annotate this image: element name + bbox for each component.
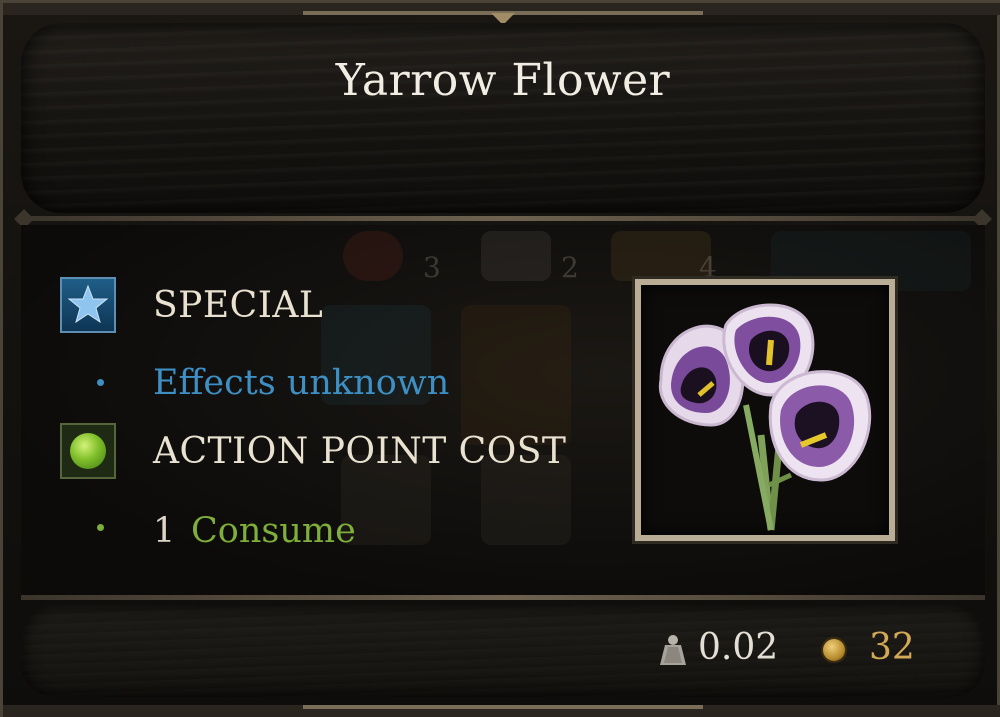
ap-cost-heading: ACTION POINT COST xyxy=(153,431,567,472)
item-weight: 0.02 xyxy=(698,627,779,668)
ap-cost-amount: 1 xyxy=(153,511,176,551)
weight-icon xyxy=(660,635,686,665)
special-star-icon xyxy=(60,277,116,333)
gold-coin-icon xyxy=(823,639,845,661)
background-item-amber xyxy=(461,305,571,445)
ap-cost-action: Consume xyxy=(191,511,356,551)
yarrow-flower-icon xyxy=(658,303,872,531)
footer-separator xyxy=(21,595,985,600)
ap-bullet xyxy=(97,524,104,531)
header-separator xyxy=(21,216,985,221)
background-item-gold xyxy=(611,231,711,281)
special-bullet xyxy=(97,379,104,386)
tooltip-header xyxy=(21,23,985,213)
item-title: Yarrow Flower xyxy=(335,55,671,106)
background-item-gray xyxy=(481,231,551,281)
background-item-red xyxy=(343,231,403,281)
star-icon xyxy=(67,284,109,324)
item-tooltip: Yarrow Flower 3 2 4 SPECIAL Effects unkn… xyxy=(0,0,1000,717)
item-portrait xyxy=(635,279,895,541)
background-count-1: 3 xyxy=(423,251,441,284)
item-value: 32 xyxy=(869,627,915,668)
special-heading: SPECIAL xyxy=(153,285,324,326)
ap-dot-icon xyxy=(70,433,106,469)
bottom-frame-accent xyxy=(303,705,703,709)
special-effect-text: Effects unknown xyxy=(153,363,450,403)
action-point-icon xyxy=(60,423,116,479)
background-count-2: 2 xyxy=(561,251,579,284)
